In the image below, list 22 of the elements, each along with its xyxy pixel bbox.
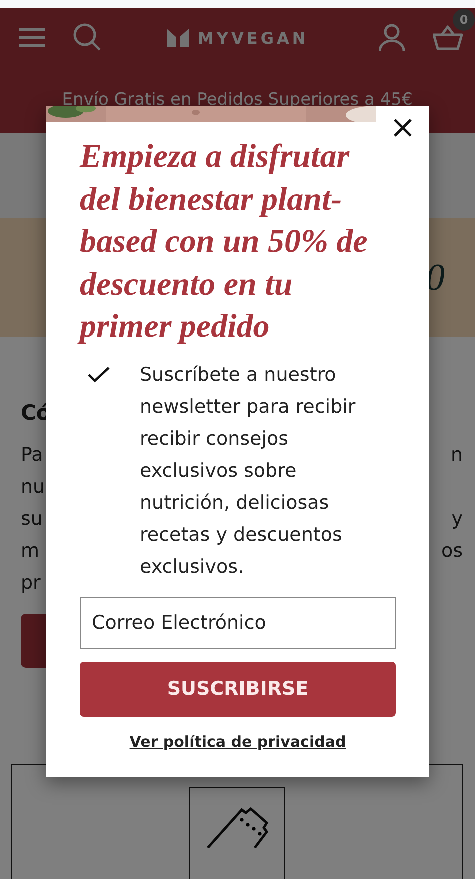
basket-icon[interactable]	[433, 25, 463, 51]
account-icon[interactable]	[379, 24, 405, 52]
logo-text[interactable]: MYVEGAN	[198, 28, 309, 48]
paragraph-text: n	[450, 443, 463, 468]
modal-headline: Empieza a disfrutar del bienestar plant-based con un 50% de descuento en tu primer pedido	[80, 136, 380, 348]
paragraph-text: nu	[21, 475, 46, 500]
cart-count-badge: 0	[453, 9, 475, 31]
privacy-link[interactable]: Ver política de privacidad	[130, 732, 346, 750]
check-icon	[88, 366, 110, 382]
menu-icon[interactable]	[19, 28, 45, 48]
benefit-text: Suscríbete a nuestro newsletter para recibir recibir consejos exclusivos sobre nutrición, deliciosas recetas y descuentos exclusivos.	[140, 362, 357, 580]
paragraph-text: pr	[21, 571, 41, 596]
paragraph-text: y	[452, 507, 463, 532]
email-field[interactable]: Correo Electrónico	[80, 596, 396, 648]
paragraph-text: os	[441, 539, 463, 564]
paragraph-text: Pa	[21, 443, 44, 468]
paragraph-text: m	[21, 539, 40, 564]
subscribe-button[interactable]: SUSCRIBIRSE	[80, 662, 396, 716]
shipping-text: Envío Gratis en Pedidos Superiores a 45€	[61, 90, 414, 110]
logo-icon	[167, 29, 189, 47]
paragraph-text: su	[21, 507, 43, 532]
search-icon[interactable]	[73, 23, 103, 53]
